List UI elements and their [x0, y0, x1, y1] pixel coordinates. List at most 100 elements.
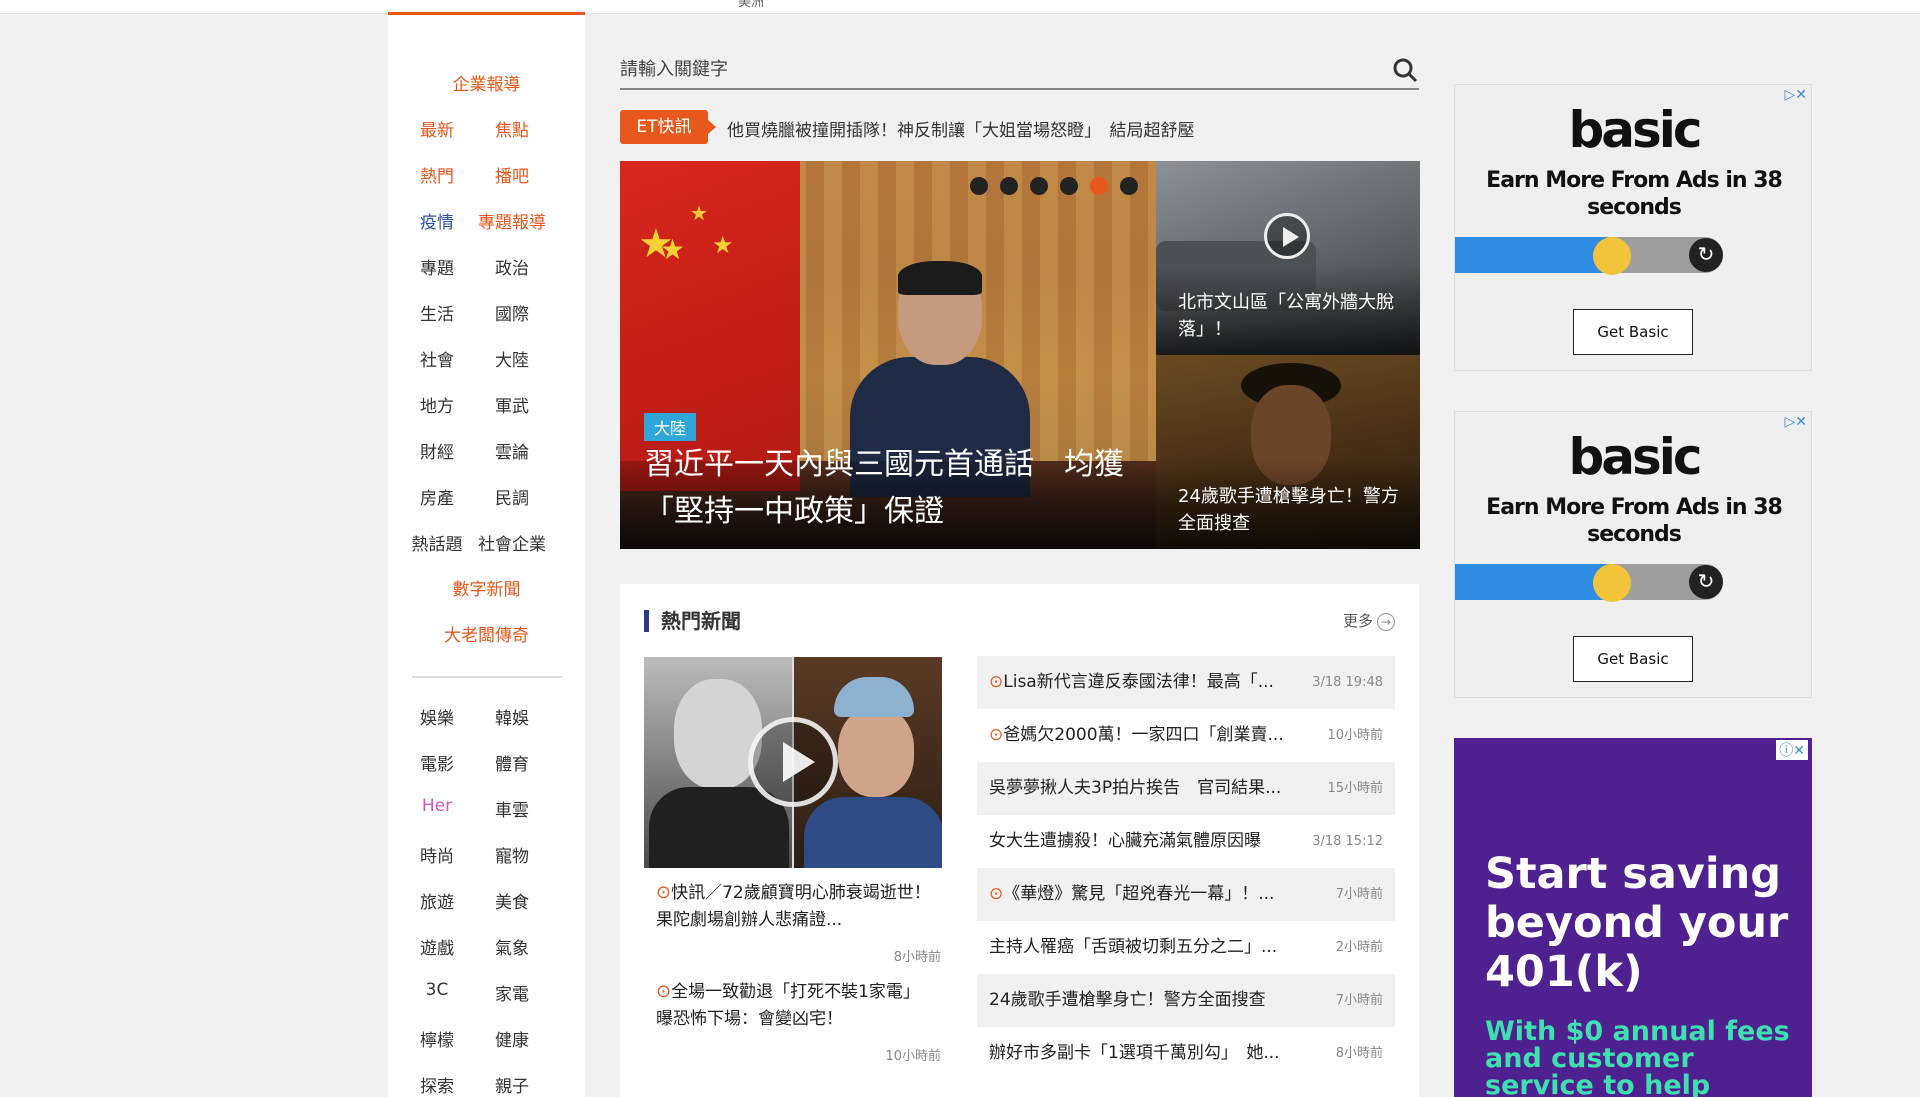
- nav-item[interactable]: 車雲: [472, 796, 552, 821]
- nav-item[interactable]: 健康: [472, 1026, 552, 1051]
- nav-item[interactable]: 寵物: [472, 842, 552, 867]
- nav-item[interactable]: 社會企業: [472, 530, 552, 555]
- ad-basic-2[interactable]: ▷✕ basic Earn More From Ads in 38 second…: [1454, 411, 1812, 698]
- nav-number-news[interactable]: 數字新聞: [388, 575, 585, 600]
- nav-row: 探索 親子: [388, 1072, 585, 1097]
- get-basic-button[interactable]: Get Basic: [1573, 636, 1693, 682]
- list-item[interactable]: ⊙Lisa新代言違反泰國法律！最高「... 3/18 19:48: [977, 656, 1395, 709]
- nav-item[interactable]: 房產: [397, 484, 477, 509]
- news-title[interactable]: 辦好市多副卡「1選項千萬別勾」 她...: [989, 1027, 1280, 1080]
- slide-headline[interactable]: 習近平一天內與三國元首通話 均獲「堅持一中政策」保證: [644, 441, 1134, 535]
- nav-item[interactable]: 親子: [472, 1072, 552, 1097]
- left-category-nav: 企業報導 最新 焦點熱門 播吧疫情 專題報導專題 政治生活 國際社會 大陸地方 軍武財經 雲論房…: [388, 15, 585, 1097]
- side-news-card-1[interactable]: 北市文山區「公寓外牆大脫落」！: [1156, 161, 1420, 355]
- side-card-caption[interactable]: 24歲歌手遭槍擊身亡！警方全面搜查: [1178, 483, 1408, 537]
- list-item[interactable]: ⊙快訊／72歲顧寶明心肺衰竭逝世！果陀劇場創辦人悲痛證...: [656, 879, 941, 934]
- nav-item[interactable]: 氣象: [472, 934, 552, 959]
- top-nav-fragment[interactable]: 美洲: [738, 0, 764, 10]
- nav-item[interactable]: 電影: [397, 750, 477, 775]
- nav-item[interactable]: 娛樂: [397, 704, 477, 729]
- list-item[interactable]: ⊙爸媽欠2000萬！一家四口「創業賣... 10小時前: [977, 709, 1395, 762]
- carousel-dot[interactable]: [1000, 177, 1018, 195]
- nav-item[interactable]: 檸檬: [397, 1026, 477, 1051]
- list-item[interactable]: 吳夢夢揪人夫3P拍片挨告 官司結果... 15小時前: [977, 762, 1395, 815]
- nav-item[interactable]: 專題報導: [472, 208, 552, 233]
- nav-item[interactable]: 焦點: [472, 116, 552, 141]
- nav-item[interactable]: 美食: [472, 888, 552, 913]
- nav-item[interactable]: 旅遊: [397, 888, 477, 913]
- news-title[interactable]: 女大生遭擄殺！心臟充滿氣體原因曝: [989, 815, 1261, 868]
- ad-slider-fill: [1455, 237, 1607, 273]
- news-time: 8小時前: [1335, 1046, 1383, 1061]
- more-label[interactable]: 更多: [1343, 612, 1373, 630]
- news-title[interactable]: 24歲歌手遭槍擊身亡！警方全面搜查: [989, 974, 1266, 1027]
- search-icon[interactable]: [1391, 56, 1419, 84]
- nav-row: 疫情 專題報導: [388, 208, 585, 233]
- ad-choices-icon[interactable]: ⓘ✕: [1776, 740, 1808, 760]
- news-title[interactable]: Lisa新代言違反泰國法律！最高「...: [1003, 656, 1274, 709]
- nav-corp-report[interactable]: 企業報導: [388, 70, 585, 95]
- nav-item[interactable]: Her: [397, 796, 477, 816]
- nav-item[interactable]: 民調: [472, 484, 552, 509]
- arrow-right-icon[interactable]: →: [1377, 613, 1395, 631]
- nav-item[interactable]: 軍武: [472, 392, 552, 417]
- list-item[interactable]: 女大生遭擄殺！心臟充滿氣體原因曝 3/18 15:12: [977, 815, 1395, 868]
- nav-item[interactable]: 國際: [472, 300, 552, 325]
- news-title[interactable]: 爸媽欠2000萬！一家四口「創業賣...: [1003, 709, 1283, 762]
- nav-item[interactable]: 大陸: [472, 346, 552, 371]
- nav-row: 地方 軍武: [388, 392, 585, 417]
- nav-item[interactable]: 社會: [397, 346, 477, 371]
- nav-item[interactable]: 3C: [397, 980, 477, 1000]
- nav-item[interactable]: 疫情: [397, 208, 477, 233]
- ad-retirement[interactable]: ⓘ✕ Start saving beyond your 401(k) With …: [1454, 738, 1812, 1097]
- nav-item[interactable]: 時尚: [397, 842, 477, 867]
- nav-item[interactable]: 最新: [397, 116, 477, 141]
- nav-item[interactable]: 財經: [397, 438, 477, 463]
- carousel-dot[interactable]: [1120, 177, 1138, 195]
- nav-row: 房產 民調: [388, 484, 585, 509]
- list-item[interactable]: ⊙全場一致勸退「打死不裝1家電」 曝恐怖下場：會變凶宅！: [656, 978, 941, 1033]
- nav-item[interactable]: 播吧: [472, 162, 552, 187]
- list-item[interactable]: ⊙《華燈》驚見「超兇春光一幕」！... 7小時前: [977, 868, 1395, 921]
- nav-item[interactable]: 地方: [397, 392, 477, 417]
- nav-item[interactable]: 探索: [397, 1072, 477, 1097]
- side-news-card-2[interactable]: 24歲歌手遭槍擊身亡！警方全面搜查: [1156, 355, 1420, 549]
- list-item[interactable]: 主持人罹癌「舌頭被切剩五分之二」... 2小時前: [977, 921, 1395, 974]
- nav-boss-legend[interactable]: 大老闆傳奇: [388, 621, 585, 646]
- news-title[interactable]: 《華燈》驚見「超兇春光一幕」！...: [1003, 868, 1274, 921]
- ad-basic-1[interactable]: ▷✕ basic Earn More From Ads in 38 second…: [1454, 84, 1812, 371]
- headline-carousel[interactable]: ★ ★ ★ ★ 大陸 習近平一天內與三國元首通話 均獲「堅持一中政策」保證: [620, 161, 1156, 549]
- list-item[interactable]: 24歲歌手遭槍擊身亡！警方全面搜查 7小時前: [977, 974, 1395, 1027]
- news-title[interactable]: 主持人罹癌「舌頭被切剩五分之二」...: [989, 921, 1277, 974]
- get-basic-button[interactable]: Get Basic: [1573, 309, 1693, 355]
- nav-item[interactable]: 遊戲: [397, 934, 477, 959]
- news-title[interactable]: 全場一致勸退「打死不裝1家電」 曝恐怖下場：會變凶宅！: [656, 982, 928, 1029]
- flash-headline[interactable]: 他買燒臘被撞開插隊！神反制讓「大姐當場怒瞪」 結局超舒壓: [727, 116, 1195, 141]
- hot-news-thumbnail[interactable]: [644, 657, 942, 868]
- nav-item[interactable]: 專題: [397, 254, 477, 279]
- carousel-dot[interactable]: [1030, 177, 1048, 195]
- nav-item[interactable]: 家電: [472, 980, 552, 1005]
- news-title[interactable]: 吳夢夢揪人夫3P拍片挨告 官司結果...: [989, 762, 1281, 815]
- nav-item[interactable]: 雲論: [472, 438, 552, 463]
- carousel-dot[interactable]: [1060, 177, 1078, 195]
- nav-item[interactable]: 熱話題: [397, 530, 477, 555]
- more-link[interactable]: 更多 →: [1343, 610, 1395, 631]
- side-card-caption[interactable]: 北市文山區「公寓外牆大脫落」！: [1178, 289, 1408, 343]
- nav-row: 生活 國際: [388, 300, 585, 325]
- news-title[interactable]: 快訊／72歲顧寶明心肺衰竭逝世！果陀劇場創辦人悲痛證...: [656, 883, 931, 930]
- carousel-dot[interactable]: [970, 177, 988, 195]
- nav-item[interactable]: 體育: [472, 750, 552, 775]
- play-icon[interactable]: [1264, 213, 1310, 259]
- nav-item[interactable]: 政治: [472, 254, 552, 279]
- news-time: 8小時前: [893, 950, 941, 965]
- list-item[interactable]: 辦好市多副卡「1選項千萬別勾」 她... 8小時前: [977, 1027, 1395, 1080]
- nav-item[interactable]: 韓娛: [472, 704, 552, 729]
- nav-item[interactable]: 熱門: [397, 162, 477, 187]
- ad-logo: basic: [1568, 428, 1702, 486]
- nav-item[interactable]: 生活: [397, 300, 477, 325]
- carousel-dot[interactable]: [1090, 177, 1108, 195]
- slide-category-badge[interactable]: 大陸: [644, 413, 697, 441]
- search-input[interactable]: [620, 52, 1360, 86]
- play-icon[interactable]: [748, 717, 838, 807]
